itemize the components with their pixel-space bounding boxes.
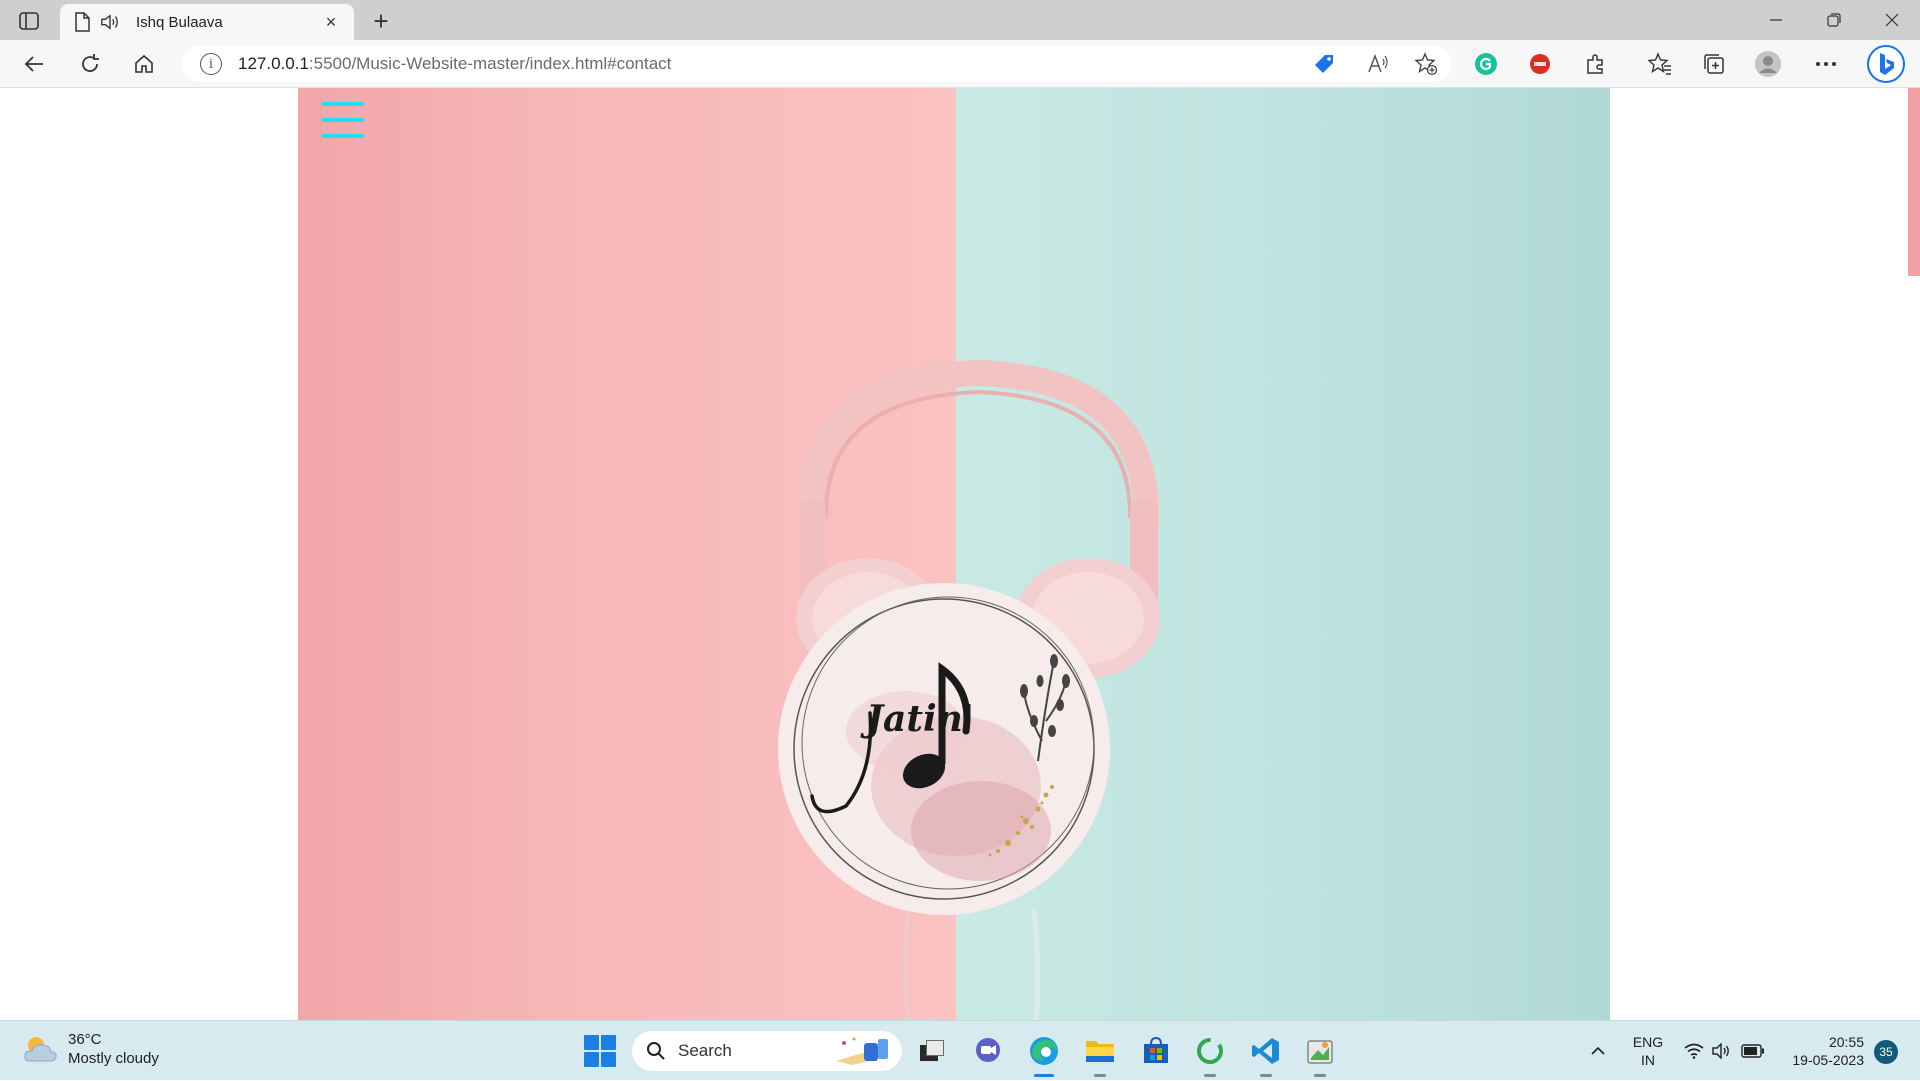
more-options-icon[interactable]	[1810, 48, 1842, 80]
microsoft-store-icon[interactable]	[1136, 1031, 1176, 1071]
minimize-icon[interactable]	[1748, 0, 1804, 40]
edge-browser-icon[interactable]	[1024, 1031, 1064, 1077]
system-clock[interactable]: 20:55 19-05-2023	[1776, 1033, 1864, 1069]
task-view-icon[interactable]	[912, 1031, 952, 1071]
add-favorite-icon[interactable]	[1414, 52, 1438, 76]
language-code: ENG	[1632, 1034, 1664, 1050]
windows-start-icon[interactable]	[584, 1035, 616, 1067]
show-hidden-icons-chevron-up-icon[interactable]	[1588, 1021, 1608, 1081]
restore-icon[interactable]	[1806, 0, 1862, 40]
page-viewport: Jatin'	[0, 88, 1920, 1020]
hamburger-menu-icon[interactable]	[322, 102, 364, 138]
weather-description: Mostly cloudy	[68, 1050, 159, 1067]
file-explorer-icon[interactable]	[1080, 1031, 1120, 1077]
app-icon[interactable]	[1300, 1031, 1340, 1077]
page-icon	[72, 12, 92, 32]
search-icon	[647, 1042, 665, 1060]
favorites-icon[interactable]	[1644, 48, 1676, 80]
scrollbar-thumb[interactable]	[1908, 88, 1920, 276]
adblock-icon[interactable]	[1524, 48, 1556, 80]
region-code: IN	[1641, 1052, 1655, 1068]
read-aloud-icon[interactable]	[1366, 52, 1390, 76]
close-window-icon[interactable]	[1864, 0, 1920, 40]
taskbar-search-box[interactable]: Search	[632, 1031, 902, 1071]
clock-date: 19-05-2023	[1792, 1052, 1864, 1068]
search-label: Search	[678, 1041, 732, 1060]
home-icon[interactable]	[128, 48, 160, 80]
bing-copilot-icon[interactable]	[1866, 44, 1906, 84]
back-arrow-icon[interactable]	[18, 48, 50, 80]
site-info-icon[interactable]: i	[200, 53, 222, 75]
volume-icon[interactable]	[1710, 1021, 1734, 1081]
shopping-tag-icon[interactable]	[1312, 52, 1336, 76]
vscode-icon[interactable]	[1246, 1031, 1286, 1077]
tab-bar: Ishq Bulaava × +	[0, 0, 1920, 40]
brand-logo: Jatin'	[778, 583, 1110, 915]
tab-actions-icon[interactable]	[16, 8, 42, 34]
address-bar[interactable]: i 127.0.0.1:5500/Music-Website-master/in…	[182, 46, 1452, 82]
collections-icon[interactable]	[1698, 48, 1730, 80]
battery-icon[interactable]	[1740, 1021, 1766, 1081]
new-tab-button[interactable]: +	[366, 6, 396, 36]
logo-script-text: Jatin'	[860, 698, 974, 740]
close-tab-icon[interactable]: ×	[320, 11, 342, 33]
tab-title: Ishq Bulaava	[136, 13, 223, 31]
cloudy-weather-icon	[24, 1037, 57, 1062]
url-text: 127.0.0.1:5500/Music-Website-master/inde…	[238, 54, 672, 73]
browser-toolbar: i 127.0.0.1:5500/Music-Website-master/in…	[0, 40, 1920, 88]
extensions-icon[interactable]	[1580, 48, 1612, 80]
speaker-audio-icon[interactable]	[100, 12, 120, 32]
notification-count-badge[interactable]: 35	[1874, 1040, 1898, 1064]
wifi-icon[interactable]	[1682, 1021, 1706, 1081]
search-highlight-illustration-icon	[836, 1037, 888, 1065]
weather-widget[interactable]: 36°C Mostly cloudy	[20, 1029, 159, 1069]
weather-temperature: 36°C	[68, 1031, 102, 1048]
clock-time: 20:55	[1828, 1034, 1864, 1050]
grammarly-icon[interactable]	[1470, 48, 1502, 80]
refresh-app-icon[interactable]	[1190, 1031, 1230, 1077]
teams-chat-icon[interactable]	[968, 1031, 1008, 1071]
hero-section: Jatin'	[298, 88, 1610, 1020]
input-language-indicator[interactable]: ENG IN	[1630, 1033, 1666, 1069]
refresh-icon[interactable]	[74, 48, 106, 80]
profile-avatar-icon[interactable]	[1752, 48, 1784, 80]
windows-taskbar: 36°C Mostly cloudy Search ENG IN 20:55 1…	[0, 1020, 1920, 1080]
browser-tab-active[interactable]: Ishq Bulaava ×	[60, 4, 354, 40]
